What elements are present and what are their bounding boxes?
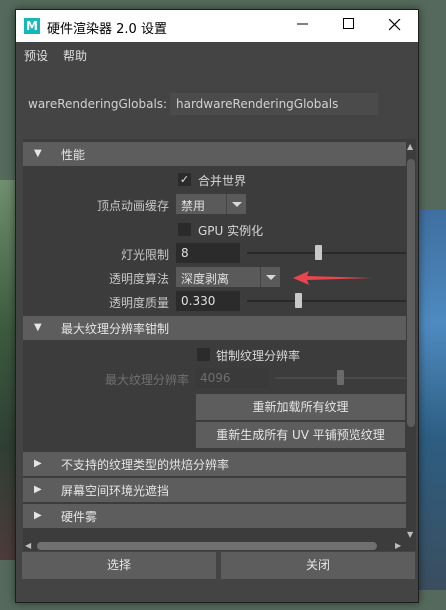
vertex-anim-cache-label: 顶点动画缓存 bbox=[96, 199, 169, 213]
expanded-arrow-icon: ▼ bbox=[34, 148, 42, 159]
section-title-performance: 性能 bbox=[61, 148, 86, 162]
clamp-texture-label: 钳制纹理分辨率 bbox=[216, 349, 301, 363]
menu-help[interactable]: 帮助 bbox=[63, 47, 87, 64]
background-viewport-right bbox=[418, 210, 446, 590]
minimize-icon bbox=[297, 23, 308, 25]
vertex-anim-cache-dropdown[interactable]: 禁用 bbox=[176, 194, 246, 214]
node-name-field[interactable]: hardwareRenderingGlobals bbox=[170, 93, 378, 115]
checkmark-icon: ✓ bbox=[179, 173, 190, 186]
collapsed-arrow-icon: ▶ bbox=[34, 458, 42, 469]
select-button[interactable]: 选择 bbox=[22, 552, 216, 579]
transparency-quality-label: 透明度质量 bbox=[108, 296, 169, 310]
annotation-arrow-icon bbox=[293, 271, 373, 285]
max-resolution-label: 最大纹理分辨率 bbox=[104, 373, 189, 387]
maximize-button[interactable] bbox=[326, 10, 372, 42]
settings-window: M 硬件渲染器 2.0 设置 预设 帮助 wareRenderingGlobal… bbox=[15, 9, 419, 603]
node-name-row: wareRenderingGlobals: hardwareRenderingG… bbox=[16, 93, 418, 115]
transparency-algorithm-value: 深度剥离 bbox=[181, 272, 230, 286]
section-header-ssao[interactable]: ▶ 屏幕空间环境光遮挡 bbox=[23, 478, 406, 502]
section-title-hardware-fog: 硬件雾 bbox=[61, 510, 98, 524]
transparency-quality-slider-track[interactable] bbox=[247, 300, 407, 302]
chevron-down-icon bbox=[260, 267, 280, 287]
title-bar[interactable]: M 硬件渲染器 2.0 设置 bbox=[16, 10, 418, 42]
transparency-quality-field[interactable]: 0.330 bbox=[176, 291, 240, 311]
section-header-bake-resolution[interactable]: ▶ 不支持的纹理类型的烘焙分辨率 bbox=[23, 452, 406, 476]
settings-scroll-panel: ▼ 性能 ✓ 合并世界 顶点动画缓存 禁用 GPU 实例化 灯光限制 8 透明度… bbox=[23, 139, 416, 542]
collapsed-arrow-icon: ▶ bbox=[34, 510, 42, 521]
consolidate-world-label: 合并世界 bbox=[198, 174, 247, 188]
clamp-texture-checkbox[interactable] bbox=[197, 348, 210, 361]
max-resolution-slider-handle[interactable] bbox=[337, 370, 344, 385]
close-window-button[interactable] bbox=[372, 10, 418, 42]
light-limit-slider-handle[interactable] bbox=[315, 245, 322, 260]
regenerate-uv-tiles-button[interactable]: 重新生成所有 UV 平铺预览纹理 bbox=[196, 422, 405, 448]
menu-bar: 预设 帮助 bbox=[16, 42, 418, 66]
reload-textures-button[interactable]: 重新加载所有纹理 bbox=[196, 394, 405, 420]
maya-app-icon: M bbox=[24, 18, 40, 34]
gpu-instancing-label: GPU 实例化 bbox=[198, 224, 264, 238]
close-button[interactable]: 关闭 bbox=[221, 552, 415, 579]
expanded-arrow-icon: ▼ bbox=[34, 322, 42, 333]
transparency-algorithm-label: 透明度算法 bbox=[108, 272, 169, 286]
minimize-button[interactable] bbox=[280, 10, 326, 42]
transparency-algorithm-dropdown[interactable]: 深度剥离 bbox=[176, 267, 280, 287]
section-header-hardware-fog[interactable]: ▶ 硬件雾 bbox=[23, 504, 406, 528]
section-header-performance[interactable]: ▼ 性能 bbox=[23, 142, 406, 166]
vertical-scrollbar[interactable]: ▲ ▼ bbox=[406, 139, 416, 542]
light-limit-label: 灯光限制 bbox=[120, 248, 169, 262]
maximize-icon bbox=[343, 18, 354, 29]
node-name-label: wareRenderingGlobals: bbox=[28, 97, 168, 111]
scroll-right-icon[interactable]: ▶ bbox=[395, 541, 401, 550]
gpu-instancing-checkbox[interactable] bbox=[178, 223, 191, 236]
window-title: 硬件渲染器 2.0 设置 bbox=[47, 22, 167, 37]
section-header-max-texture[interactable]: ▼ 最大纹理分辨率钳制 bbox=[23, 316, 406, 340]
vertex-anim-cache-value: 禁用 bbox=[181, 199, 206, 213]
scroll-up-icon[interactable]: ▲ bbox=[407, 142, 413, 151]
vertical-scroll-thumb[interactable] bbox=[407, 159, 415, 427]
light-limit-field[interactable]: 8 bbox=[176, 243, 240, 263]
horizontal-scrollbar[interactable]: ◀ ▶ bbox=[23, 541, 416, 551]
transparency-quality-slider-handle[interactable] bbox=[295, 293, 302, 308]
scroll-left-icon[interactable]: ◀ bbox=[25, 541, 31, 550]
menu-presets[interactable]: 预设 bbox=[24, 47, 48, 64]
light-limit-slider-track[interactable] bbox=[247, 252, 407, 254]
section-title-max-texture: 最大纹理分辨率钳制 bbox=[61, 322, 170, 336]
collapsed-arrow-icon: ▶ bbox=[34, 484, 42, 495]
chevron-down-icon bbox=[226, 194, 246, 214]
max-resolution-field[interactable]: 4096 bbox=[195, 368, 269, 388]
consolidate-world-checkbox[interactable]: ✓ bbox=[178, 173, 191, 186]
horizontal-scroll-thumb[interactable] bbox=[37, 542, 377, 550]
section-title-bake-resolution: 不支持的纹理类型的烘焙分辨率 bbox=[61, 458, 230, 472]
section-title-ssao: 屏幕空间环境光遮挡 bbox=[61, 484, 170, 498]
scroll-down-icon[interactable]: ▼ bbox=[407, 530, 413, 539]
close-icon bbox=[388, 18, 401, 31]
